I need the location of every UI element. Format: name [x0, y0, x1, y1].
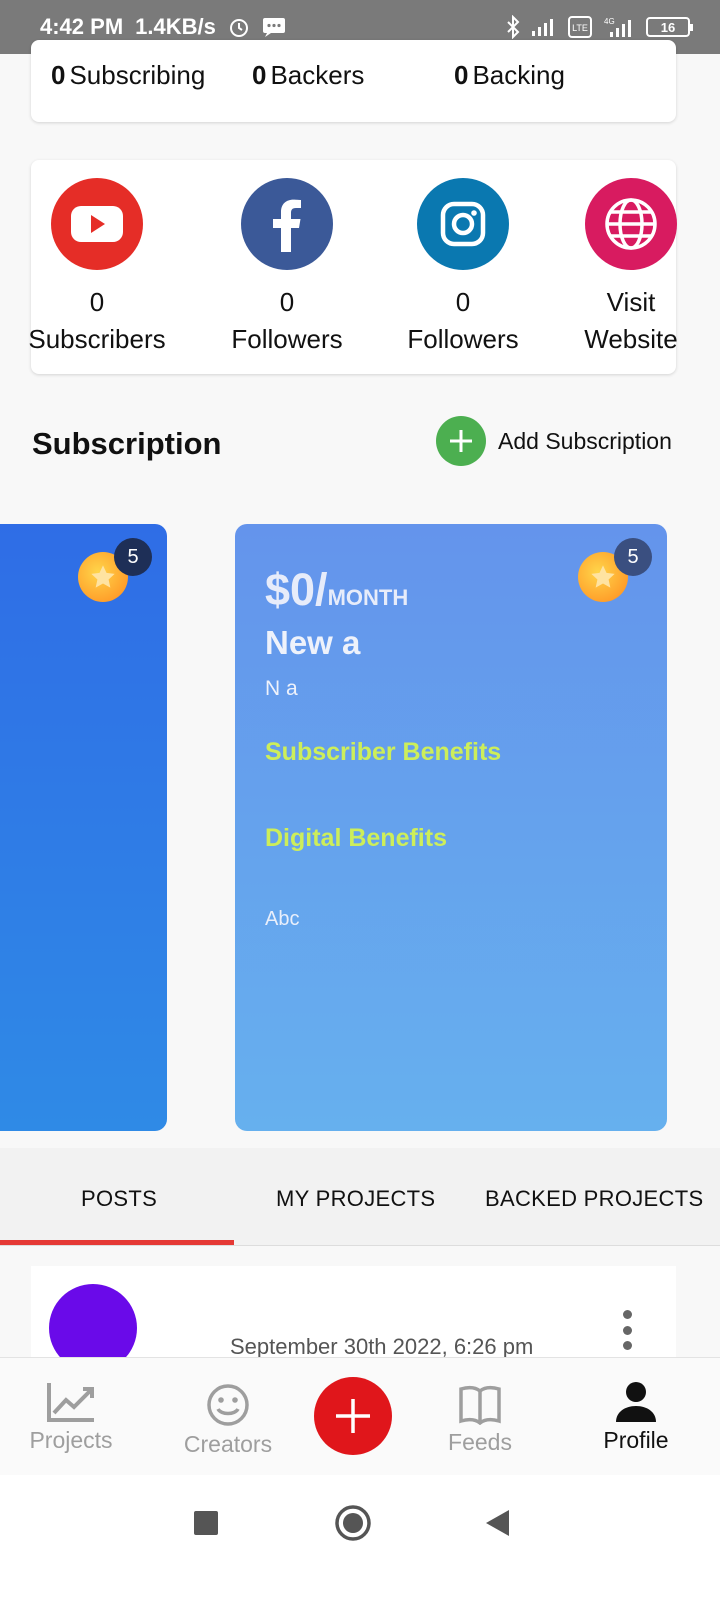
social-label: Followers — [231, 324, 343, 354]
tier-badge: 5 — [614, 538, 652, 576]
digital-benefits-label: Digital Benefits — [265, 824, 447, 852]
facebook-icon[interactable] — [241, 178, 333, 270]
stat-count: 0 — [252, 60, 267, 90]
nav-label: Feeds — [448, 1428, 512, 1455]
create-button[interactable] — [314, 1377, 392, 1455]
stat-count: 0 — [454, 60, 469, 90]
book-icon — [459, 1385, 501, 1425]
battery-icon: 16 — [646, 17, 693, 37]
system-navigation-bar — [0, 1475, 720, 1600]
plan-subtitle: N a — [265, 677, 298, 700]
tier-badge: 5 — [114, 538, 152, 576]
status-network-speed: 1.4KB/s — [135, 14, 216, 39]
chart-icon — [47, 1382, 94, 1422]
stats-card: 0 Subscribing 0 Backers 0 Backing — [31, 40, 676, 122]
stat-backers[interactable]: 0 Backers — [252, 60, 364, 91]
social-facebook[interactable]: 0 Followers — [207, 178, 367, 358]
tab-posts[interactable]: POSTS — [81, 1186, 157, 1212]
social-count: 0 — [455, 287, 471, 317]
stat-label: Subscribing — [69, 60, 206, 90]
svg-text:LTE: LTE — [572, 23, 588, 33]
social-count: 0 — [89, 287, 105, 317]
youtube-icon[interactable] — [51, 178, 143, 270]
more-options-icon[interactable] — [620, 1310, 634, 1350]
subscription-plan-card[interactable]: 5 s — [0, 524, 167, 1131]
globe-icon[interactable] — [585, 178, 677, 270]
add-subscription-label: Add Subscription — [498, 427, 672, 454]
volte-icon: LTE — [568, 16, 592, 38]
recents-button[interactable] — [186, 1503, 226, 1543]
nav-label: Creators — [183, 1430, 273, 1457]
instagram-icon[interactable] — [417, 178, 509, 270]
stat-label: Backers — [270, 60, 365, 90]
subscription-title: Subscription — [32, 426, 222, 461]
plan-price-period: MONTH — [327, 585, 409, 610]
subscription-plan-card[interactable]: 5 $0/MONTH New a N a Subscriber Benefits… — [235, 524, 667, 1131]
signal-4g-icon: 4G — [602, 16, 636, 38]
bluetooth-icon — [506, 15, 520, 39]
nav-projects[interactable]: Projects — [22, 1358, 120, 1476]
social-count: 0 — [279, 287, 295, 317]
nav-feeds[interactable]: Feeds — [444, 1358, 516, 1476]
alarm-icon — [228, 16, 250, 38]
home-button[interactable] — [333, 1503, 373, 1543]
plan-name: New a — [265, 624, 361, 661]
smiley-icon — [207, 1383, 249, 1426]
tab-my-projects[interactable]: MY PROJECTS — [276, 1186, 435, 1212]
stat-backing[interactable]: 0 Backing — [454, 60, 565, 91]
nav-profile[interactable]: Profile — [596, 1358, 676, 1476]
plus-icon — [336, 1399, 370, 1433]
social-instagram[interactable]: 0 Followers — [383, 178, 543, 358]
battery-level: 16 — [660, 19, 676, 35]
nav-creators[interactable]: Creators — [178, 1358, 278, 1476]
back-button[interactable] — [478, 1503, 518, 1543]
message-icon — [262, 16, 286, 38]
person-icon — [616, 1381, 656, 1422]
active-tab-indicator — [0, 1240, 234, 1245]
stat-subscribing[interactable]: 0 Subscribing — [51, 60, 205, 91]
nav-label: Profile — [603, 1426, 669, 1453]
nav-label: Projects — [29, 1426, 113, 1453]
social-links-card: 0 Subscribers 0 Followers 0 Followers Vi… — [28, 160, 678, 374]
social-youtube[interactable]: 0 Subscribers — [17, 178, 177, 358]
plan-price: $0/MONTH — [265, 564, 408, 616]
social-label: Website — [584, 324, 678, 354]
plus-icon — [436, 416, 486, 466]
social-count: Visit — [606, 287, 656, 317]
signal-icon — [530, 17, 558, 37]
social-label: Followers — [407, 324, 519, 354]
stat-count: 0 — [51, 60, 66, 90]
social-label: Subscribers — [28, 324, 166, 354]
status-time: 4:42 PM — [40, 14, 124, 39]
tab-backed-projects[interactable]: BACKED PROJECTS — [485, 1186, 703, 1212]
stat-label: Backing — [472, 60, 565, 90]
profile-tabs: POSTS MY PROJECTS BACKED PROJECTS — [0, 1148, 720, 1246]
svg-text:4G: 4G — [604, 17, 615, 26]
add-subscription-button[interactable]: Add Subscription — [436, 416, 672, 466]
plan-price-amount: $0/ — [265, 564, 328, 615]
subscriber-benefits-label: Subscriber Benefits — [265, 738, 502, 766]
social-website[interactable]: Visit Website — [551, 178, 711, 358]
plan-description: Abc — [265, 908, 300, 930]
